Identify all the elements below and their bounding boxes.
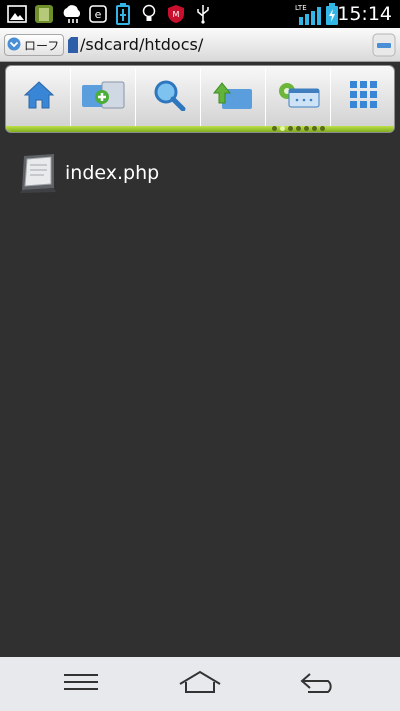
list-item[interactable] (0, 150, 400, 198)
usb-icon (195, 3, 211, 25)
svg-text:e: e (95, 8, 102, 21)
navigation-bar (0, 657, 400, 711)
settings-window-button[interactable] (266, 66, 331, 128)
grid-icon (349, 80, 379, 114)
page-dot (312, 126, 317, 131)
grid-button[interactable] (331, 66, 394, 128)
new-folder-button[interactable] (71, 66, 136, 128)
home-button[interactable] (6, 66, 71, 128)
location-button[interactable]: ローフ (4, 34, 64, 56)
status-bar: e M LTE 15:14 (0, 0, 400, 28)
location-label: ローフ (24, 38, 60, 53)
page-dot (272, 126, 277, 131)
up-folder-icon (212, 79, 256, 115)
gallery-icon (6, 3, 28, 25)
menu-icon (62, 672, 100, 696)
back-button[interactable] (294, 669, 344, 699)
page-dot-active (280, 126, 285, 131)
mcafee-icon: M (166, 3, 186, 25)
app-icon (33, 3, 55, 25)
chevron-down-icon (7, 36, 21, 55)
page-dot (296, 126, 301, 131)
page-indicator (272, 126, 325, 131)
network-type-label: LTE (295, 4, 307, 12)
path-bar: ローフ /sdcard/htdocs/ (0, 28, 400, 62)
search-button[interactable] (136, 66, 201, 128)
current-path[interactable]: /sdcard/htdocs/ (80, 35, 203, 54)
cloud-upload-icon (60, 3, 84, 25)
new-folder-icon (80, 79, 128, 115)
up-folder-button[interactable] (201, 66, 266, 128)
collapse-button[interactable] (372, 33, 396, 57)
status-time: 15:14 (337, 3, 392, 25)
search-icon (152, 79, 186, 115)
lightbulb-icon (140, 3, 158, 25)
home-icon (178, 670, 222, 698)
page-dot (288, 126, 293, 131)
toolbar-accent-strip (6, 126, 394, 132)
browser-icon: e (88, 3, 108, 25)
home-icon (23, 80, 55, 114)
back-icon (298, 670, 340, 698)
settings-window-icon (275, 79, 323, 115)
home-nav-button[interactable] (175, 669, 225, 699)
svg-text:M: M (173, 10, 180, 19)
battery-saver-icon (114, 3, 132, 25)
file-name[interactable]: index.php (65, 162, 159, 184)
menu-button[interactable] (56, 669, 106, 699)
document-icon (18, 152, 58, 198)
page-dot (320, 126, 325, 131)
toolbar (5, 65, 395, 133)
page-dot (304, 126, 309, 131)
sdcard-icon (68, 37, 78, 57)
